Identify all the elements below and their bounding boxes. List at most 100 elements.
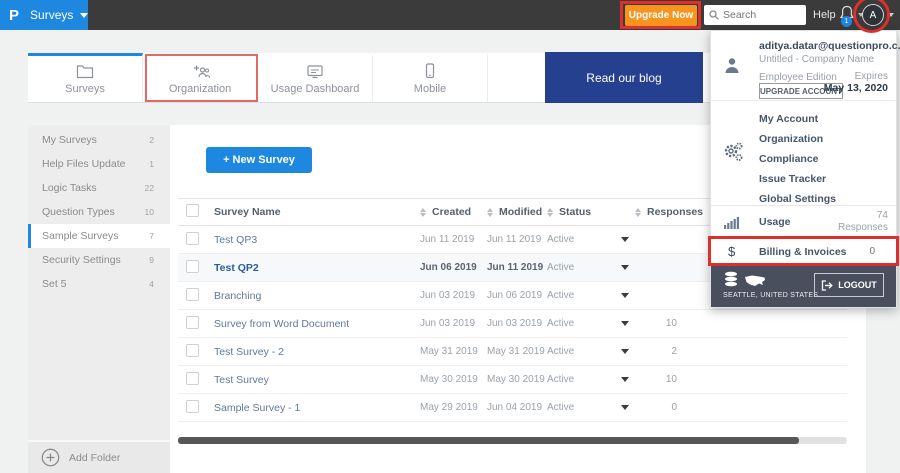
- status-dropdown-caret[interactable]: [621, 349, 629, 354]
- menu-item-billing-invoices[interactable]: $ Billing & Invoices 0: [711, 239, 896, 266]
- survey-name-link[interactable]: Test QP2: [214, 262, 259, 274]
- menu-item-usage[interactable]: Usage 74 Responses: [711, 206, 896, 239]
- tab-surveys[interactable]: Surveys: [28, 53, 143, 102]
- search-icon: [709, 10, 719, 20]
- account-menu-section: My Account Organization Compliance Issue…: [711, 101, 896, 206]
- tab-mobile[interactable]: Mobile: [373, 53, 488, 102]
- row-checkbox[interactable]: [186, 371, 199, 385]
- bar-chart-icon: [724, 217, 739, 229]
- add-folder-label: Add Folder: [69, 451, 121, 464]
- created-cell: May 31 2019: [420, 346, 478, 357]
- column-label: Responses: [647, 206, 704, 218]
- modified-cell: Jun 03 2019: [487, 318, 543, 329]
- modified-cell: May 31 2019: [487, 346, 545, 357]
- row-checkbox[interactable]: [186, 399, 199, 413]
- column-header-created[interactable]: Created: [420, 206, 487, 218]
- search-box[interactable]: [704, 5, 806, 25]
- sort-icon[interactable]: [420, 207, 427, 217]
- add-folder-button[interactable]: Add Folder: [28, 440, 170, 473]
- notification-count-badge: 1: [841, 16, 852, 27]
- upgrade-now-button[interactable]: Upgrade Now: [625, 5, 697, 26]
- status-dropdown-caret[interactable]: [621, 237, 629, 242]
- survey-name-link[interactable]: Branching: [214, 290, 261, 302]
- status-dropdown-caret[interactable]: [621, 377, 629, 382]
- sort-icon[interactable]: [635, 207, 642, 217]
- status-dropdown-caret[interactable]: [621, 321, 629, 326]
- survey-name-link[interactable]: Survey from Word Document: [214, 318, 349, 330]
- status-cell: Active: [547, 290, 575, 301]
- tab-usage-dashboard[interactable]: Usage Dashboard: [258, 53, 373, 102]
- tab-organization[interactable]: Organization: [143, 53, 258, 102]
- column-label: Modified: [499, 206, 543, 218]
- horizontal-scrollbar-thumb[interactable]: [178, 437, 799, 444]
- surveys-nav-button[interactable]: P Surveys: [0, 0, 89, 30]
- survey-name-link[interactable]: Test QP3: [214, 234, 257, 246]
- search-input[interactable]: [723, 9, 801, 21]
- sidebar-item-question-types[interactable]: Question Types 10: [28, 200, 170, 224]
- folder-label: Sample Surveys: [42, 230, 119, 242]
- account-company: Untitled - Company Name: [759, 54, 875, 65]
- status-dropdown-caret[interactable]: [621, 265, 629, 270]
- responses-cell: 2: [671, 346, 677, 357]
- horizontal-scrollbar-track[interactable]: [178, 437, 847, 444]
- folder-label: Help Files Update: [42, 158, 126, 170]
- column-header-modified[interactable]: Modified: [487, 206, 547, 218]
- logout-button[interactable]: LOGOUT: [814, 273, 884, 297]
- add-people-icon: [194, 65, 210, 78]
- chevron-down-icon: [888, 13, 894, 17]
- table-row[interactable]: Sample Survey - 1 May 29 2019 Jun 04 201…: [178, 394, 847, 422]
- created-cell: May 30 2019: [420, 374, 478, 385]
- sort-icon[interactable]: [487, 207, 494, 217]
- sidebar-item-security-settings[interactable]: Security Settings 9: [28, 248, 170, 272]
- column-label: Created: [432, 206, 472, 218]
- sidebar-item-set-5[interactable]: Set 5 4: [28, 272, 170, 296]
- logout-icon: [822, 279, 833, 291]
- row-checkbox[interactable]: [186, 287, 199, 301]
- table-row[interactable]: Test Survey - 2 May 31 2019 May 31 2019 …: [178, 338, 847, 366]
- dashboard-icon: [307, 64, 323, 78]
- usa-map-icon: [745, 275, 765, 286]
- survey-name-link[interactable]: Test Survey: [214, 374, 269, 386]
- sort-icon[interactable]: [547, 207, 554, 217]
- sidebar-item-logic-tasks[interactable]: Logic Tasks 22: [28, 176, 170, 200]
- folder-label: My Surveys: [42, 134, 97, 146]
- surveys-page: P Surveys Upgrade Now Help 1 A: [0, 0, 900, 473]
- sidebar-item-help-files-update[interactable]: Help Files Update 1: [28, 152, 170, 176]
- column-header-survey-name[interactable]: Survey Name: [212, 206, 420, 218]
- column-header-responses[interactable]: Responses: [635, 206, 703, 218]
- status-dropdown-caret[interactable]: [621, 293, 629, 298]
- folder-label: Logic Tasks: [42, 182, 97, 194]
- modified-cell: Jun 04 2019: [487, 402, 543, 413]
- status-dropdown-caret[interactable]: [621, 405, 629, 410]
- logout-label: LOGOUT: [838, 280, 877, 290]
- row-checkbox[interactable]: [186, 315, 199, 329]
- row-checkbox[interactable]: [186, 259, 199, 273]
- row-checkbox[interactable]: [186, 343, 199, 357]
- table-row[interactable]: Survey from Word Document Jun 03 2019 Ju…: [178, 310, 847, 338]
- account-avatar-button[interactable]: A: [862, 4, 884, 26]
- survey-name-link[interactable]: Test Survey - 2: [214, 346, 284, 358]
- folder-count: 22: [144, 183, 154, 193]
- responses-cell: 0: [671, 402, 677, 413]
- datacenter-location-label: SEATTLE, UNITED STATES: [723, 292, 819, 299]
- new-survey-button[interactable]: + New Survey: [206, 147, 312, 173]
- status-cell: Active: [547, 318, 575, 329]
- help-link[interactable]: Help: [813, 9, 836, 21]
- menu-item-my-account[interactable]: My Account: [711, 109, 896, 129]
- sidebar-item-sample-surveys[interactable]: Sample Surveys 7: [28, 224, 170, 248]
- status-cell: Active: [547, 374, 575, 385]
- read-our-blog-banner[interactable]: Read our blog: [545, 52, 703, 103]
- folder-count: 7: [149, 231, 154, 241]
- menu-item-issue-tracker[interactable]: Issue Tracker: [711, 169, 896, 189]
- modified-cell: May 30 2019: [487, 374, 545, 385]
- table-row[interactable]: Test Survey May 30 2019 May 30 2019 Acti…: [178, 366, 847, 394]
- usage-value: 74 Responses: [838, 210, 888, 234]
- row-checkbox[interactable]: [186, 231, 199, 245]
- sidebar-item-my-surveys[interactable]: My Surveys 2: [28, 128, 170, 152]
- column-label: Status: [559, 206, 592, 218]
- select-all-checkbox[interactable]: [186, 204, 199, 217]
- survey-name-link[interactable]: Sample Survey - 1: [214, 402, 300, 414]
- column-header-status[interactable]: Status: [547, 206, 603, 218]
- account-expiry: Expires May 13, 2020: [824, 71, 888, 94]
- usage-count: 74: [876, 210, 888, 221]
